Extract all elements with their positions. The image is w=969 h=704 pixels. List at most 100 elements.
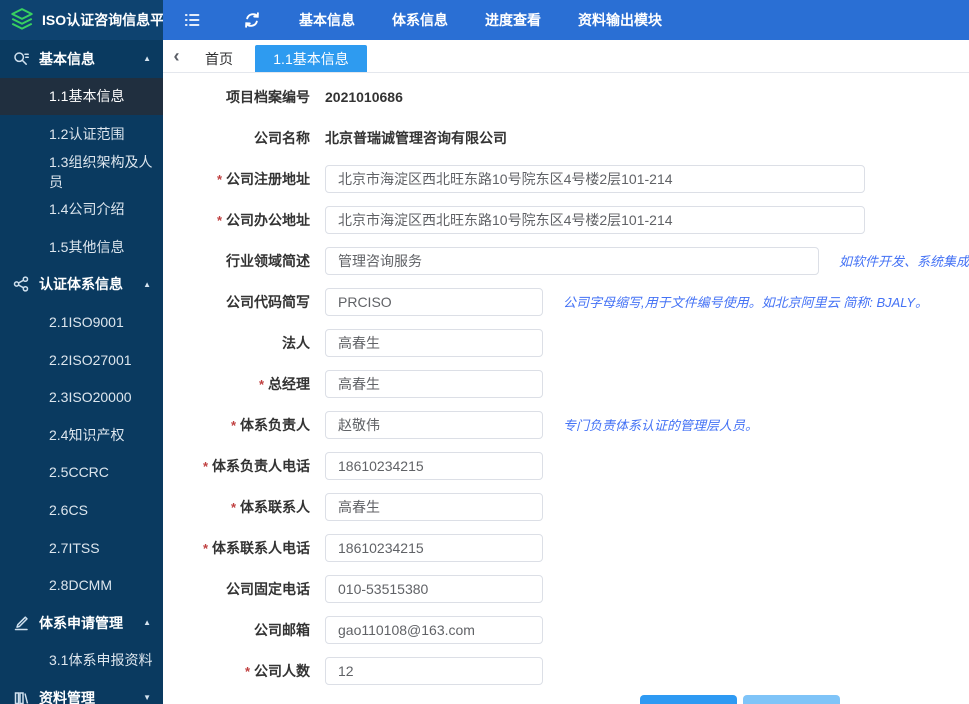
field-control xyxy=(325,615,969,644)
app-title: ISO认证咨询信息平台 xyxy=(42,12,179,28)
form-row-company-landline: 公司固定电话 xyxy=(163,568,969,609)
field-hint-company-code: 公司字母缩写,用于文件编号使用。如北京阿里云 简称: BJALY。 xyxy=(563,295,928,310)
form-row-office-address: * 公司办公地址 xyxy=(163,199,969,240)
sidebar-section-header[interactable]: 资料管理 ▼ xyxy=(0,679,163,704)
required-asterisk: * xyxy=(258,376,264,392)
input-company-code[interactable] xyxy=(325,287,543,316)
form-row-system-leader: *体系负责人 专门负责体系认证的管理层人员。 xyxy=(163,404,969,445)
sidebar-item[interactable]: 2.7ITSS xyxy=(0,529,163,567)
edit-icon xyxy=(13,615,29,631)
input-company-headcount[interactable] xyxy=(325,656,543,685)
required-asterisk: * xyxy=(216,171,222,187)
sidebar-item[interactable]: 1.3组织架构及人员 xyxy=(0,153,163,191)
nav-menu-item[interactable]: 进度查看 xyxy=(485,10,541,30)
input-company-email[interactable] xyxy=(325,615,543,644)
nav-menu-item[interactable]: 资料输出模块 xyxy=(578,10,662,30)
form-row-company-headcount: * 公司人数 xyxy=(163,650,969,691)
form-row-company-name: 公司名称 北京普瑞诚管理咨询有限公司 xyxy=(163,117,969,158)
tab-active[interactable]: 1.1基本信息 xyxy=(255,45,367,72)
basic-info-form: 项目档案编号 2021010686 公司名称 北京普瑞诚管理咨询有限公司 * 公司注册地址… xyxy=(163,73,969,704)
app-window: ISO认证咨询信息平台 基本信息 ▲ 1.1基本信息 1.2认证范围 1.3组织架构及人… xyxy=(0,0,969,704)
sidebar-item[interactable]: 1.2认证范围 xyxy=(0,115,163,153)
field-control: 2021010686 xyxy=(325,89,969,105)
chevron-up-icon: ▲ xyxy=(143,54,151,64)
chevron-up-icon: ▲ xyxy=(143,279,151,289)
form-row-company-email: 公司邮箱 xyxy=(163,609,969,650)
tab-scroll-left-chevron-icon[interactable]: ‹ xyxy=(163,40,190,72)
tab-home[interactable]: 首页 xyxy=(190,45,248,72)
field-label-company-code: 公司代码简写 xyxy=(226,293,310,310)
chevron-down-icon: ▼ xyxy=(143,693,151,703)
field-label-system-leader-phone: * 体系负责人电话 xyxy=(202,457,310,474)
sidebar-item[interactable]: 2.5CCRC xyxy=(0,454,163,492)
sidebar-item[interactable]: 1.5其他信息 xyxy=(0,228,163,266)
field-label-system-contact-phone: * 体系联系人电话 xyxy=(202,539,310,556)
input-company-landline[interactable] xyxy=(325,574,543,603)
required-asterisk: * xyxy=(202,458,208,474)
field-control: 北京普瑞诚管理咨询有限公司 xyxy=(325,128,969,148)
static-value-company-name: 北京普瑞诚管理咨询有限公司 xyxy=(325,129,507,146)
field-control xyxy=(325,451,969,480)
sidebar-item[interactable]: 2.3ISO20000 xyxy=(0,378,163,416)
field-control xyxy=(325,164,969,193)
form-row-system-contact-phone: * 体系联系人电话 xyxy=(163,527,969,568)
refresh-icon[interactable] xyxy=(243,11,261,29)
navbar-menu: 基本信息 体系信息 进度查看 资料输出模块 xyxy=(299,10,699,30)
field-label-industry-field: 行业领域简述 xyxy=(226,252,310,269)
sidebar-section-header[interactable]: 认证体系信息 ▲ xyxy=(0,266,163,304)
nav-menu-item[interactable]: 基本信息 xyxy=(299,10,355,30)
field-label-general-manager: * 总经理 xyxy=(258,375,310,392)
form-row-system-contact: * 体系联系人 xyxy=(163,486,969,527)
search-icon xyxy=(13,51,29,67)
required-asterisk: * xyxy=(244,663,250,679)
sidebar-item[interactable]: 2.4知识产权 xyxy=(0,416,163,454)
input-system-contact-phone[interactable] xyxy=(325,533,543,562)
top-navbar: 基本信息 体系信息 进度查看 资料输出模块 xyxy=(163,0,969,40)
layers-logo-icon xyxy=(9,7,35,33)
sidebar-section-label: 认证体系信息 xyxy=(39,276,123,293)
required-asterisk: * xyxy=(216,212,222,228)
sidebar-item[interactable]: 2.6CS xyxy=(0,491,163,529)
sidebar-item[interactable]: 3.1体系申报资料 xyxy=(0,642,163,680)
input-system-contact[interactable] xyxy=(325,492,543,521)
form-row-company-code: 公司代码简写 公司字母缩写,用于文件编号使用。如北京阿里云 简称: BJALY。 xyxy=(163,281,969,322)
field-hint-industry-field: 如软件开发、系统集成 xyxy=(838,254,969,269)
books-icon xyxy=(13,690,29,704)
field-control: 专门负责体系认证的管理层人员。 xyxy=(325,410,969,439)
required-asterisk: * xyxy=(230,417,236,433)
input-legal-person[interactable] xyxy=(325,328,543,357)
input-industry-field[interactable] xyxy=(325,246,819,275)
input-system-leader[interactable] xyxy=(325,410,543,439)
input-registered-address[interactable] xyxy=(325,164,865,193)
sidebar-item[interactable]: 2.8DCMM xyxy=(0,566,163,604)
field-label-system-leader: * 体系负责人 xyxy=(230,416,310,433)
secondary-button[interactable] xyxy=(743,695,840,704)
required-asterisk: * xyxy=(202,540,208,556)
field-label-project-file-number: 项目档案编号 xyxy=(226,88,310,105)
input-system-leader-phone[interactable] xyxy=(325,451,543,480)
field-control: 如软件开发、系统集成 xyxy=(325,246,969,275)
field-control xyxy=(325,328,969,357)
sidebar-section-label: 体系申请管理 xyxy=(39,614,123,631)
sidebar-item[interactable]: 2.2ISO27001 xyxy=(0,341,163,379)
field-control: 公司字母缩写,用于文件编号使用。如北京阿里云 简称: BJALY。 xyxy=(325,287,969,316)
save-button[interactable] xyxy=(640,695,737,704)
form-row-legal-person: 法人 xyxy=(163,322,969,363)
app-logo: ISO认证咨询信息平台 xyxy=(0,0,178,40)
sidebar-toggle-hamburger-icon[interactable] xyxy=(183,11,201,29)
form-row-project-file-number: 项目档案编号 2021010686 xyxy=(163,76,969,117)
field-control xyxy=(325,574,969,603)
sidebar-item[interactable]: 1.4公司介绍 xyxy=(0,190,163,228)
form-row-general-manager: * 总经理 xyxy=(163,363,969,404)
nav-menu-item[interactable]: 体系信息 xyxy=(392,10,448,30)
field-label-company-email: 公司邮箱 xyxy=(254,621,310,638)
sidebar-item[interactable]: 1.1基本信息 xyxy=(0,77,163,116)
input-office-address[interactable] xyxy=(325,205,865,234)
field-label-company-landline: 公司固定电话 xyxy=(226,580,310,597)
field-control xyxy=(325,533,969,562)
sidebar-section-label: 资料管理 xyxy=(39,689,95,704)
input-general-manager[interactable] xyxy=(325,369,543,398)
sidebar-section-header[interactable]: 基本信息 ▲ xyxy=(0,40,163,78)
sidebar-section-header[interactable]: 体系申请管理 ▲ xyxy=(0,604,163,642)
sidebar-item[interactable]: 2.1ISO9001 xyxy=(0,303,163,341)
